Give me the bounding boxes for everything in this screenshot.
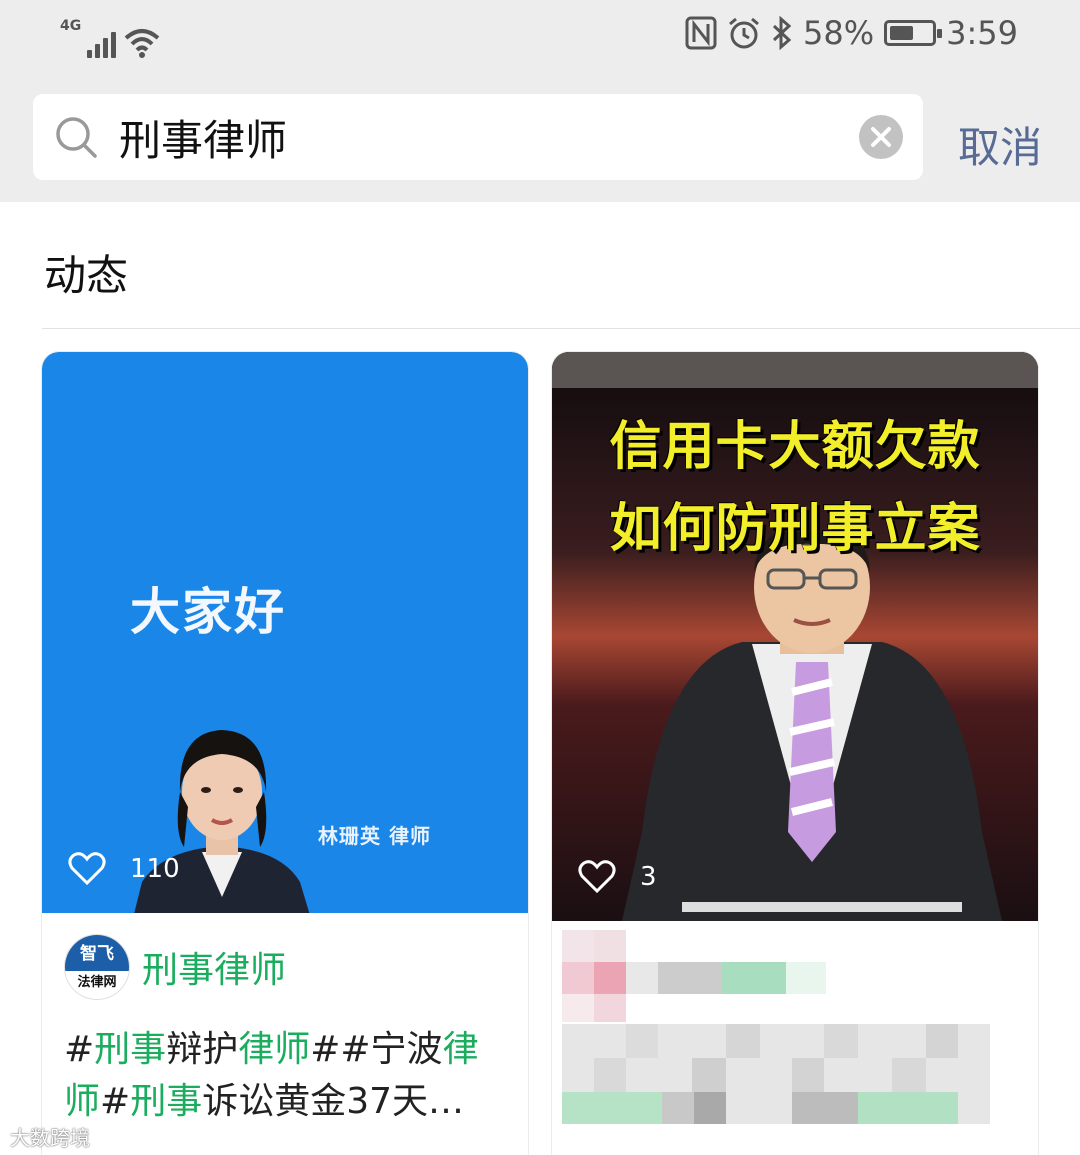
post-card[interactable]: 信用卡大额欠款 如何防刑事立案 3 xyxy=(551,351,1039,1155)
clear-search-icon[interactable] xyxy=(859,115,903,159)
nfc-icon xyxy=(685,16,717,50)
search-icon xyxy=(56,117,97,158)
desc-highlight: 刑事 xyxy=(130,1081,203,1122)
avatar-logo-bottom: 法律网 xyxy=(77,975,117,990)
battery-icon xyxy=(884,20,943,46)
network-type-label: 4G xyxy=(60,18,82,34)
thumbnail-title: 大家好 xyxy=(130,583,286,641)
desc-text: 诉讼黄金37天… xyxy=(202,1081,465,1122)
post-description[interactable]: #刑事辩护律师##宁波律 师#刑事诉讼黄金37天… xyxy=(64,1024,494,1128)
desc-text: # xyxy=(100,1081,131,1122)
battery-percent: 58% xyxy=(803,14,875,52)
desc-text: # xyxy=(64,1029,95,1070)
desc-text: ##宁波 xyxy=(310,1029,443,1070)
thumbnail-headline: 信用卡大额欠款 xyxy=(609,417,981,477)
likes[interactable]: 3 xyxy=(578,860,657,894)
desc-text: 辩护 xyxy=(166,1029,239,1070)
clock: 3:59 xyxy=(946,14,1018,52)
video-thumbnail[interactable]: 信用卡大额欠款 如何防刑事立案 3 xyxy=(552,352,1038,921)
avatar-logo-top: 智飞 xyxy=(65,935,129,971)
search-box[interactable] xyxy=(33,94,923,180)
search-header: 取消 xyxy=(0,78,1080,202)
divider xyxy=(42,328,1080,329)
heart-icon xyxy=(68,852,106,886)
alarm-icon xyxy=(729,17,759,49)
video-thumbnail[interactable]: 大家好 林珊英 律师 110 xyxy=(42,352,528,913)
watermark: 大数跨境 xyxy=(10,1126,90,1150)
status-right: 58% 3:59 xyxy=(685,14,1018,52)
desc-highlight: 律 xyxy=(442,1029,479,1070)
section-title: 动态 xyxy=(44,251,129,300)
likes[interactable]: 110 xyxy=(68,852,180,886)
cancel-button[interactable]: 取消 xyxy=(958,114,1042,175)
lawyer-caption: 林珊英 律师 xyxy=(318,824,431,848)
status-left: 4G xyxy=(60,18,162,58)
battery-level xyxy=(890,26,914,40)
post-card[interactable]: 大家好 林珊英 律师 110 智飞 法律网 刑事律师 #刑事辩护律师##宁波律 … xyxy=(41,351,529,1155)
bluetooth-icon xyxy=(772,16,792,50)
signal-icon xyxy=(87,28,117,58)
desc-highlight: 刑事 xyxy=(94,1029,167,1070)
presenter-portrait xyxy=(622,532,1002,921)
desc-highlight: 师 xyxy=(64,1081,101,1122)
author-row[interactable]: 智飞 法律网 刑事律师 xyxy=(64,934,286,1000)
likes-count: 3 xyxy=(640,862,657,892)
heart-icon xyxy=(578,860,616,894)
likes-count: 110 xyxy=(130,854,180,884)
desc-highlight: 律师 xyxy=(238,1029,311,1070)
author-name[interactable]: 刑事律师 xyxy=(142,941,286,993)
status-bar: 4G 58% 3:59 xyxy=(0,0,1080,78)
thumbnail-headline: 如何防刑事立案 xyxy=(609,499,981,559)
avatar[interactable]: 智飞 法律网 xyxy=(64,934,130,1000)
search-input[interactable] xyxy=(119,106,819,168)
wifi-icon xyxy=(124,29,160,58)
